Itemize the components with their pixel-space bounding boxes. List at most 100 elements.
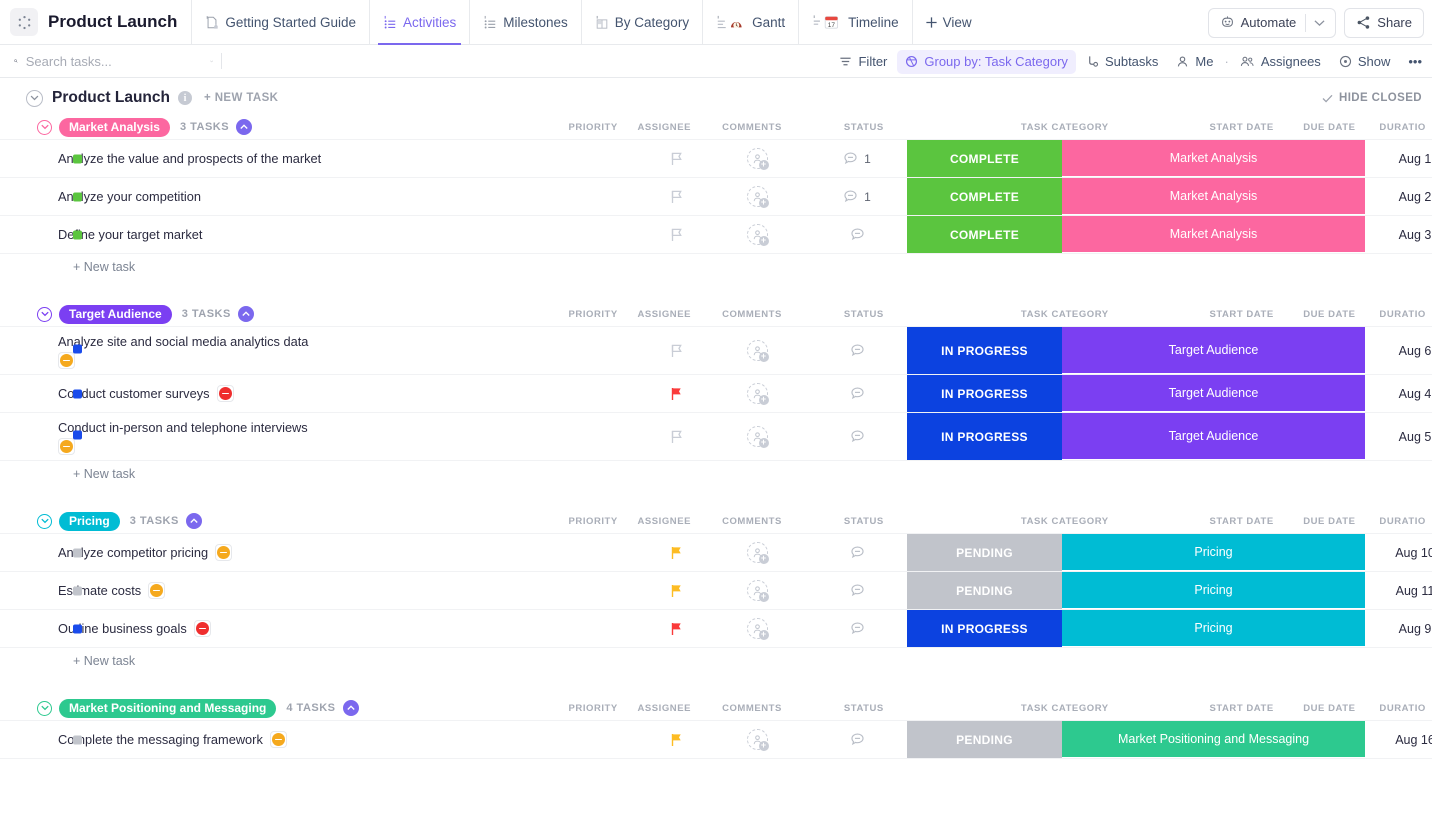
task-status-dot[interactable] <box>73 345 82 354</box>
assignee-cell[interactable]: + <box>707 721 807 758</box>
start-date-cell[interactable]: Aug 11 <box>1365 572 1432 609</box>
status-badge[interactable]: IN PROGRESS <box>907 413 1062 460</box>
group-name-tag[interactable]: Target Audience <box>59 305 172 324</box>
task-name-cell[interactable]: Complete the messaging framework <box>0 721 645 758</box>
table-row[interactable]: Outline business goals+IN PROGRESSPricin… <box>0 610 1432 648</box>
task-status-dot[interactable] <box>73 192 82 201</box>
task-status-dot[interactable] <box>73 389 82 398</box>
status-cell[interactable]: IN PROGRESS <box>907 375 1062 412</box>
column-header-duration[interactable]: DURATIO <box>1373 122 1432 133</box>
share-button[interactable]: Share <box>1344 8 1424 38</box>
column-header-duration[interactable]: DURATIO <box>1373 703 1432 714</box>
priority-cell[interactable] <box>645 140 707 177</box>
search-box[interactable] <box>8 54 213 69</box>
task-category-cell[interactable]: Market Analysis <box>1062 178 1365 215</box>
task-status-dot[interactable] <box>73 548 82 557</box>
task-tag-badge[interactable] <box>58 438 75 455</box>
column-header-category[interactable]: TASK CATEGORY <box>932 516 1198 527</box>
status-badge[interactable]: PENDING <box>907 721 1062 758</box>
tab-milestones[interactable]: Milestones <box>469 0 581 45</box>
assignee-cell[interactable]: + <box>707 572 807 609</box>
task-name-cell[interactable]: Conduct customer surveys <box>0 375 645 412</box>
task-name-cell[interactable]: Analyze site and social media analytics … <box>0 327 645 374</box>
column-header-comments[interactable]: COMMENTS <box>708 122 796 133</box>
column-header-start[interactable]: START DATE <box>1198 309 1286 320</box>
status-badge[interactable]: COMPLETE <box>907 178 1062 215</box>
start-date-cell[interactable]: Aug 9 <box>1365 610 1432 647</box>
assignee-avatar-add[interactable]: + <box>747 426 768 447</box>
status-cell[interactable]: PENDING <box>907 534 1062 571</box>
task-status-dot[interactable] <box>73 431 82 440</box>
hide-closed-toggle[interactable]: HIDE CLOSED <box>1322 92 1422 104</box>
priority-cell[interactable] <box>645 572 707 609</box>
column-header-comments[interactable]: COMMENTS <box>708 703 796 714</box>
table-row[interactable]: Conduct customer surveys + IN PROGRESSTarg… <box>0 375 1432 413</box>
table-row[interactable]: Analyze site and social media analytics … <box>0 327 1432 375</box>
column-header-due[interactable]: DUE DATE <box>1285 516 1373 527</box>
column-header-assignee[interactable]: ASSIGNEE <box>620 703 708 714</box>
table-row[interactable]: Analyze competitor pricing+PENDINGPricin… <box>0 534 1432 572</box>
status-badge[interactable]: PENDING <box>907 572 1062 609</box>
task-name-cell[interactable]: Define your target market <box>0 216 645 253</box>
task-category-badge[interactable]: Market Analysis <box>1062 216 1365 253</box>
group-name-tag[interactable]: Market Positioning and Messaging <box>59 699 276 718</box>
automate-button[interactable]: Automate <box>1208 8 1337 38</box>
task-tag-badge[interactable] <box>58 352 75 369</box>
comments-cell[interactable] <box>807 327 907 374</box>
app-icon[interactable] <box>10 8 38 36</box>
add-task-row[interactable]: + New task <box>0 461 1432 487</box>
priority-cell[interactable] <box>645 413 707 460</box>
column-header-category[interactable]: TASK CATEGORY <box>932 703 1198 714</box>
assignee-avatar-add[interactable]: + <box>747 542 768 563</box>
collapse-group-button[interactable] <box>37 307 52 322</box>
column-header-due[interactable]: DUE DATE <box>1285 703 1373 714</box>
task-title[interactable]: Analyze the value and prospects of the m… <box>58 151 321 166</box>
table-row[interactable]: Complete the messaging framework + PENDING… <box>0 721 1432 759</box>
column-header-due[interactable]: DUE DATE <box>1285 309 1373 320</box>
add-view-button[interactable]: View <box>912 0 984 45</box>
comments-cell[interactable] <box>807 216 907 253</box>
column-header-priority[interactable]: PRIORITY <box>566 516 620 527</box>
column-header-category[interactable]: TASK CATEGORY <box>932 122 1198 133</box>
assignee-avatar-add[interactable]: + <box>747 383 768 404</box>
assignees-filter-button[interactable]: Assignees <box>1232 50 1329 74</box>
column-header-assignee[interactable]: ASSIGNEE <box>620 122 708 133</box>
task-tag-badge[interactable] <box>270 731 287 748</box>
status-cell[interactable]: IN PROGRESS <box>907 327 1062 374</box>
task-tag-badge[interactable] <box>215 544 232 561</box>
task-title[interactable]: Complete the messaging framework <box>58 732 263 747</box>
group-collapse-chevron-button[interactable] <box>238 306 254 322</box>
group-collapse-chevron-button[interactable] <box>343 700 359 716</box>
start-date-cell[interactable]: Aug 4 <box>1365 375 1432 412</box>
task-name-cell[interactable]: Analyze your competition <box>0 178 645 215</box>
assignee-cell[interactable]: + <box>707 375 807 412</box>
column-header-status[interactable]: STATUS <box>796 122 932 133</box>
tab-gantt[interactable]: Gantt <box>702 0 798 45</box>
column-header-comments[interactable]: COMMENTS <box>708 309 796 320</box>
comments-cell[interactable] <box>807 610 907 647</box>
task-tag-badge[interactable] <box>148 582 165 599</box>
assignee-cell[interactable]: + <box>707 413 807 460</box>
assignee-avatar-add[interactable]: + <box>747 618 768 639</box>
task-status-dot[interactable] <box>73 624 82 633</box>
task-category-badge[interactable]: Target Audience <box>1062 375 1365 412</box>
add-task-row[interactable]: + New task <box>0 648 1432 674</box>
collapse-group-button[interactable] <box>37 120 52 135</box>
group-collapse-chevron-button[interactable] <box>186 513 202 529</box>
collapse-group-button[interactable] <box>37 514 52 529</box>
status-badge[interactable]: COMPLETE <box>907 140 1062 177</box>
priority-cell[interactable] <box>645 178 707 215</box>
status-badge[interactable]: IN PROGRESS <box>907 610 1062 647</box>
priority-cell[interactable] <box>645 534 707 571</box>
assignee-cell[interactable]: + <box>707 610 807 647</box>
assignee-cell[interactable]: + <box>707 327 807 374</box>
assignee-cell[interactable]: + <box>707 140 807 177</box>
status-cell[interactable]: PENDING <box>907 572 1062 609</box>
table-row[interactable]: Estimate costs+PENDINGPricingAug 11Aug 1… <box>0 572 1432 610</box>
task-category-cell[interactable]: Target Audience <box>1062 375 1365 412</box>
task-tag-badge[interactable] <box>194 620 211 637</box>
task-title[interactable]: Estimate costs <box>58 583 141 598</box>
task-category-badge[interactable]: Pricing <box>1062 572 1365 609</box>
tab-by-category[interactable]: By Category <box>581 0 702 45</box>
status-badge[interactable]: IN PROGRESS <box>907 327 1062 374</box>
